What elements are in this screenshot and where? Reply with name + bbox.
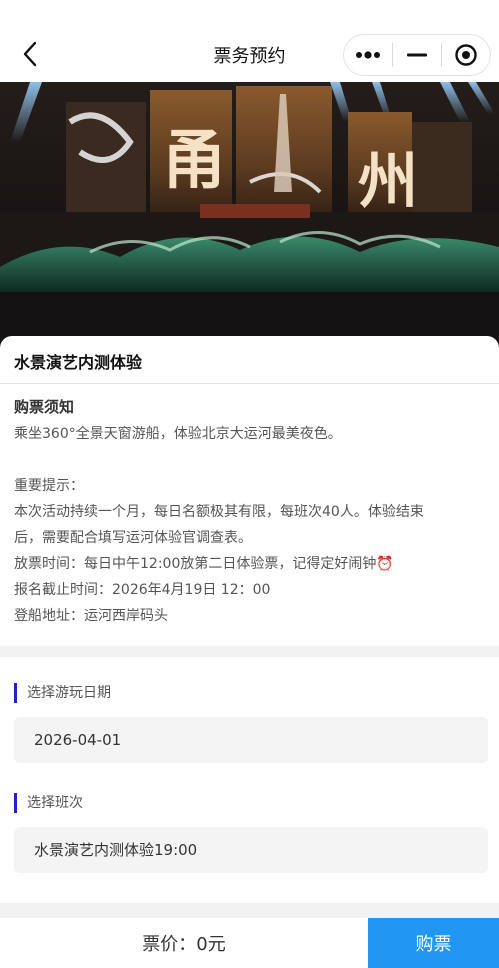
nav-bar: 票务预约: [0, 0, 499, 82]
session-picker[interactable]: 水景演艺内测体验19:00: [14, 827, 488, 873]
date-field-label: 选择游玩日期: [14, 683, 111, 703]
banner-glyph-zhou: 州: [358, 147, 418, 217]
target-close-icon: [455, 44, 477, 66]
notice-line: 登船地址：运河西岸码头: [14, 608, 168, 624]
close-button[interactable]: [442, 35, 490, 75]
date-picker[interactable]: 2026-04-01: [14, 717, 488, 763]
notice-line: 报名截止时间：2026年4月19日 12：00: [14, 582, 271, 598]
notice-heading: 购票须知: [14, 398, 75, 416]
notice-line: 放票时间：每日中午12:00放第二日体验票，记得定好闹钟⏰: [14, 551, 485, 577]
event-banner-image: 甬 州: [0, 82, 499, 352]
more-button[interactable]: [344, 35, 392, 75]
mini-program-capsule: [343, 34, 491, 76]
more-dots-icon: [356, 51, 380, 59]
alarm-clock-icon: ⏰: [376, 556, 394, 572]
ticket-price: 票价：0元: [142, 934, 226, 955]
minimize-button[interactable]: [393, 35, 441, 75]
event-title: 水景演艺内测体验: [14, 353, 143, 372]
bottom-action-bar: 票价：0元 购票: [0, 918, 499, 968]
buy-ticket-button[interactable]: 购票: [368, 918, 499, 968]
notice-line: 本次活动持续一个月，每日名额极其有限，每班次40人。体验结束: [14, 504, 424, 520]
release-time-text: 放票时间：每日中午12:00放第二日体验票，记得定好闹钟: [14, 556, 377, 572]
session-field-label: 选择班次: [14, 793, 83, 813]
notice-line: 乘坐360°全景天窗游船，体验北京大运河最美夜色。: [14, 426, 342, 442]
notice-line: 后，需要配合填写运河体验官调查表。: [14, 530, 252, 546]
booking-form: 选择游玩日期 2026-04-01 选择班次 水景演艺内测体验19:00: [0, 657, 499, 903]
notice-line: 重要提示：: [14, 478, 84, 494]
banner-glyph-yong: 甬: [162, 123, 226, 198]
event-title-card: 水景演艺内测体验: [0, 336, 499, 384]
minimize-icon: [407, 53, 427, 57]
purchase-notice: 购票须知 乘坐360°全景天窗游船，体验北京大运河最美夜色。 重要提示： 本次活…: [0, 384, 499, 646]
